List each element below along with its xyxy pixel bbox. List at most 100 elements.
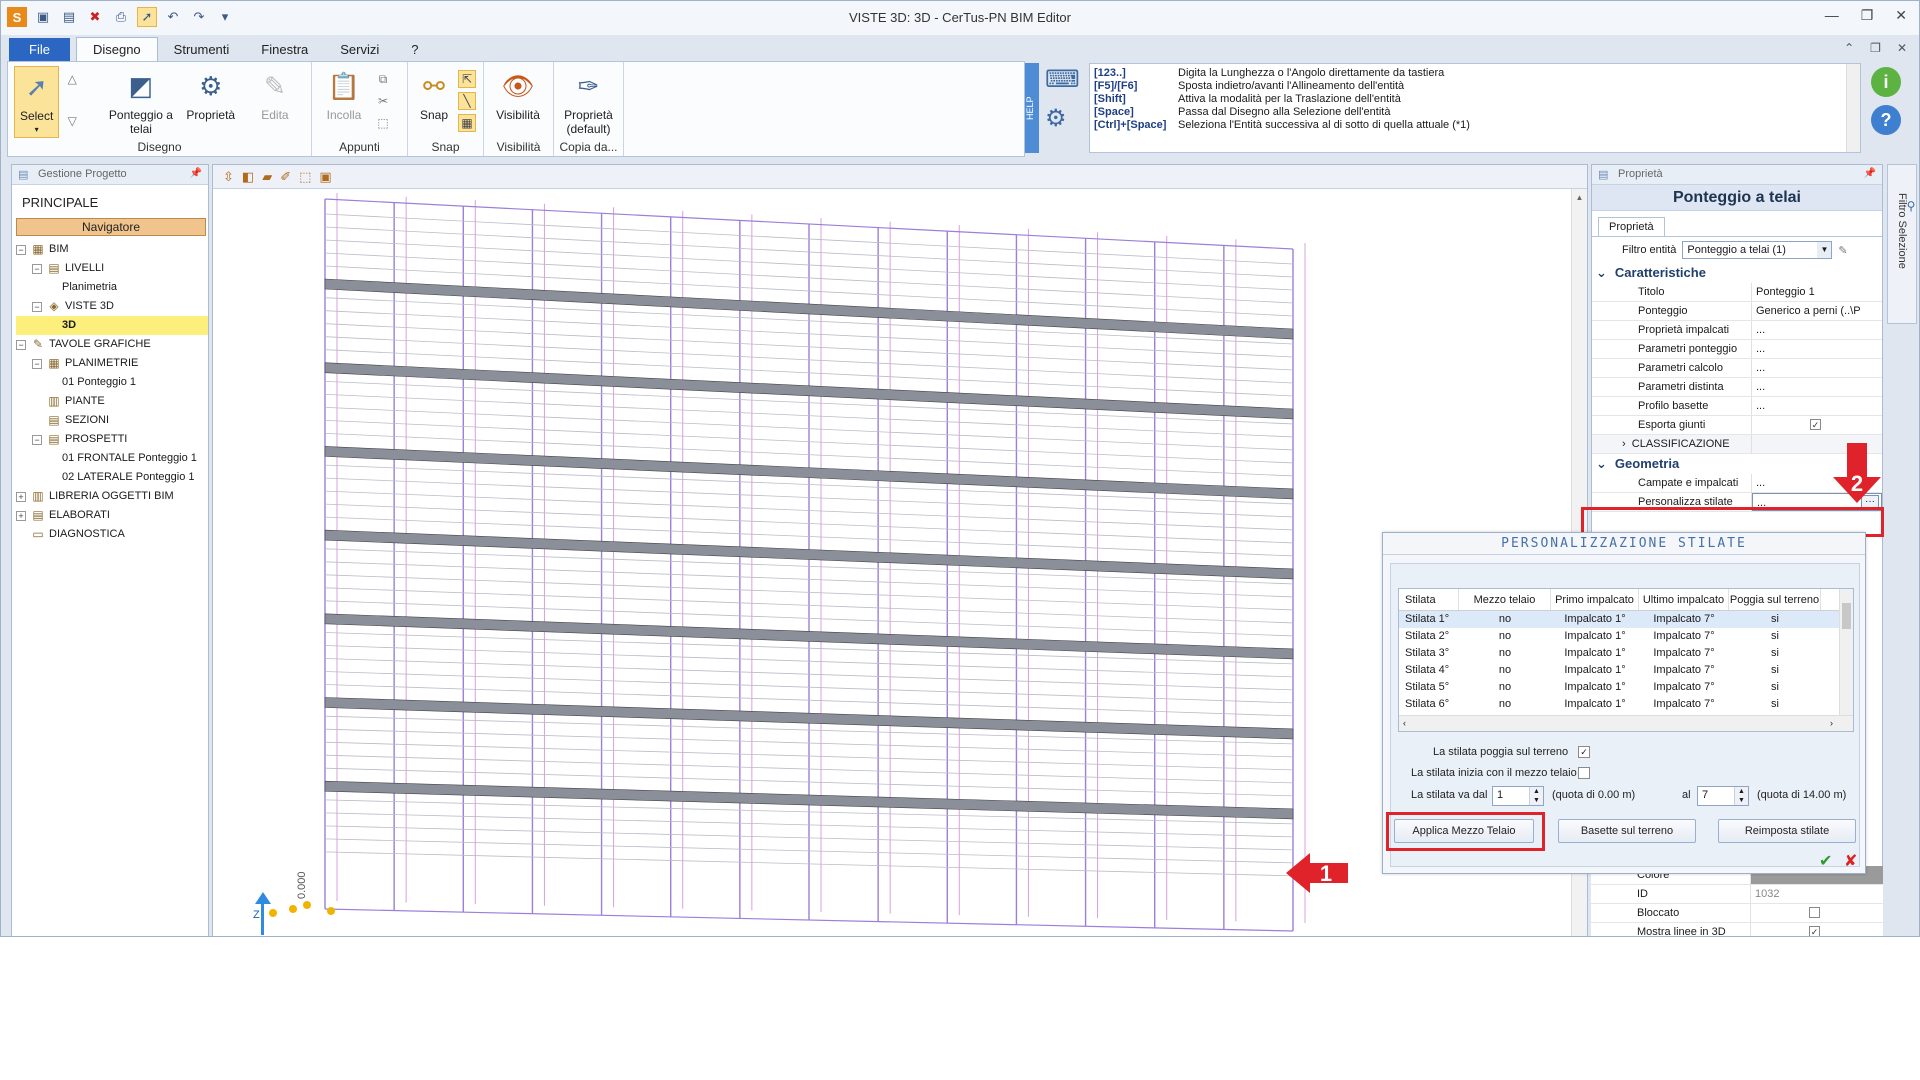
- property-row[interactable]: Titolo Ponteggio 1: [1592, 283, 1882, 302]
- tree-item[interactable]: − ▤ LIVELLI: [16, 259, 208, 278]
- restore-doc-icon[interactable]: ❐: [1870, 41, 1881, 55]
- tree-expander-icon[interactable]: −: [16, 244, 26, 255]
- filtro-selezione-side-tab[interactable]: ⚲ Filtro Selezione: [1887, 164, 1918, 324]
- snap-endpoint-icon[interactable]: ⇱: [458, 70, 476, 88]
- pencil-view-icon[interactable]: ✐: [280, 169, 291, 184]
- entity-filter-select[interactable]: Ponteggio a telai (1) ▼: [1682, 241, 1833, 259]
- tree-item[interactable]: − ▦ BIM: [16, 240, 208, 259]
- property-row[interactable]: Mostra linee in 3D ✓: [1591, 923, 1883, 936]
- chevron-down-icon[interactable]: ▼: [1817, 242, 1832, 258]
- table-row[interactable]: Stilata 2° no Impalcato 1° Impalcato 7° si: [1399, 628, 1853, 645]
- proprieta-default-button[interactable]: ✑ Proprietà (default): [560, 66, 617, 138]
- property-row[interactable]: Profilo basette...: [1592, 397, 1882, 416]
- table-row[interactable]: Stilata 6° no Impalcato 1° Impalcato 7° si: [1399, 696, 1853, 713]
- tab-help[interactable]: ?: [395, 38, 434, 61]
- origin-snap-point[interactable]: [303, 901, 311, 909]
- property-row[interactable]: Esporta giunti ✓: [1592, 416, 1882, 435]
- origin-snap-point[interactable]: [289, 905, 297, 913]
- pin-icon[interactable]: 📌: [1864, 168, 1876, 179]
- scroll-up-arrow-icon[interactable]: ▲: [1572, 189, 1587, 202]
- restore-icon[interactable]: ❐: [1861, 7, 1874, 24]
- scroll-right-icon[interactable]: ›: [1830, 718, 1833, 728]
- table-row[interactable]: Stilata 1° no Impalcato 1° Impalcato 7° si: [1399, 611, 1853, 628]
- table-vertical-scrollbar[interactable]: [1839, 589, 1853, 716]
- navigatore-bar[interactable]: Navigatore: [16, 218, 206, 236]
- tree-expander-icon[interactable]: −: [32, 358, 42, 369]
- edita-button[interactable]: ✎ Edita: [245, 66, 305, 138]
- tree-item[interactable]: − ✎ TAVOLE GRAFICHE: [16, 335, 208, 354]
- origin-snap-point[interactable]: [327, 907, 335, 915]
- tree-item[interactable]: 02 LATERALE Ponteggio 1: [16, 468, 208, 487]
- category-caratteristiche[interactable]: ⌄ Caratteristiche: [1592, 263, 1882, 283]
- tab-file[interactable]: File: [9, 38, 70, 61]
- property-row[interactable]: Parametri ponteggio...: [1592, 340, 1882, 359]
- scroll-up-icon[interactable]: △: [63, 70, 81, 88]
- tree-item[interactable]: 01 Ponteggio 1: [16, 373, 208, 392]
- tab-servizi[interactable]: Servizi: [324, 38, 395, 61]
- filter-edit-icon[interactable]: ✎: [1838, 244, 1847, 257]
- from-stilata-spinner[interactable]: 1 ▲ ▼: [1492, 786, 1544, 806]
- property-row[interactable]: Parametri distinta...: [1592, 378, 1882, 397]
- spinner-arrows-icon[interactable]: ▲ ▼: [1529, 787, 1543, 805]
- tree-item[interactable]: ▤ SEZIONI: [16, 411, 208, 430]
- snap-button[interactable]: ⚯ Snap: [414, 66, 454, 138]
- tree-item[interactable]: 01 FRONTALE Ponteggio 1: [16, 449, 208, 468]
- tree-item[interactable]: − ◈ VISTE 3D: [16, 297, 208, 316]
- tab-disegno[interactable]: Disegno: [75, 37, 158, 61]
- property-row[interactable]: ID 1032: [1591, 885, 1883, 904]
- incolla-button[interactable]: 📋 Incolla: [318, 66, 370, 138]
- tab-finestra[interactable]: Finestra: [245, 38, 324, 61]
- pin-icon[interactable]: 📌: [190, 168, 202, 179]
- folder-view-icon[interactable]: ▰: [262, 169, 272, 184]
- origin-snap-point[interactable]: [269, 909, 277, 917]
- visibilita-button[interactable]: 👁 Visibilità: [490, 66, 546, 138]
- cut-icon[interactable]: ✂: [374, 92, 392, 110]
- scroll-down-icon[interactable]: ▽: [63, 112, 81, 130]
- close-doc-window-icon[interactable]: ✕: [1897, 41, 1907, 55]
- select-all-icon[interactable]: ⬚: [374, 114, 392, 132]
- ponteggio-button[interactable]: ◩ Ponteggio a telai: [105, 66, 176, 138]
- help-scrollbar[interactable]: [1846, 64, 1860, 152]
- scroll-thumb[interactable]: [1842, 603, 1851, 629]
- spinner-arrows-icon[interactable]: ▲ ▼: [1734, 787, 1748, 805]
- tree-item[interactable]: − ▦ PLANIMETRIE: [16, 354, 208, 373]
- tree-expander-icon[interactable]: −: [16, 339, 26, 350]
- help-settings-icon[interactable]: ⚙: [1045, 104, 1080, 133]
- reimposta-stilate-button[interactable]: Reimposta stilate: [1718, 819, 1856, 843]
- tree-item[interactable]: 3D: [16, 316, 208, 335]
- proprieta-button[interactable]: ⚙ Proprietà: [181, 66, 241, 138]
- tree-expander-icon[interactable]: −: [32, 263, 42, 274]
- table-row[interactable]: Stilata 5° no Impalcato 1° Impalcato 7° si: [1399, 679, 1853, 696]
- fit-view-icon[interactable]: ⇳: [223, 169, 234, 184]
- table-horizontal-scrollbar[interactable]: ‹ ›: [1399, 715, 1853, 731]
- snap-line-icon[interactable]: ╲: [458, 92, 476, 110]
- tab-strumenti[interactable]: Strumenti: [158, 38, 246, 61]
- tree-item[interactable]: + ▥ LIBRERIA OGGETTI BIM: [16, 487, 208, 506]
- info-circle-icon[interactable]: i: [1871, 67, 1901, 97]
- help-side-tab[interactable]: HELP: [1025, 63, 1039, 153]
- copy-icon[interactable]: ⧉: [374, 70, 392, 88]
- tree-expander-icon[interactable]: −: [32, 301, 42, 312]
- property-row[interactable]: Ponteggio Generico a perni (..\P: [1592, 302, 1882, 321]
- mezzo-telaio-checkbox[interactable]: [1578, 767, 1590, 779]
- tree-item[interactable]: + ▤ ELABORATI: [16, 506, 208, 525]
- zoom-window-icon[interactable]: ⬚: [299, 169, 311, 184]
- layers-icon[interactable]: ▣: [319, 169, 331, 184]
- to-stilata-spinner[interactable]: 7 ▲ ▼: [1697, 786, 1749, 806]
- tree-expander-icon[interactable]: +: [16, 491, 26, 502]
- poggia-terreno-checkbox[interactable]: ✓: [1578, 746, 1590, 758]
- table-row[interactable]: Stilata 3° no Impalcato 1° Impalcato 7° si: [1399, 645, 1853, 662]
- basette-terreno-button[interactable]: Basette sul terreno: [1558, 819, 1696, 843]
- close-icon[interactable]: ✕: [1895, 7, 1907, 24]
- scaffold-drawing[interactable]: 0.000: [213, 189, 1573, 937]
- snap-grid-icon[interactable]: ▦: [458, 114, 476, 132]
- tree-expander-icon[interactable]: −: [32, 434, 42, 445]
- tab-proprieta[interactable]: Proprietà: [1598, 217, 1665, 236]
- cube-view-icon[interactable]: ◧: [242, 169, 254, 184]
- confirm-check-icon[interactable]: ✔: [1819, 851, 1832, 871]
- help-keyboard-icon[interactable]: ⌨: [1045, 65, 1080, 94]
- property-row[interactable]: Proprietà impalcati...: [1592, 321, 1882, 340]
- tree-expander-icon[interactable]: +: [16, 510, 26, 521]
- question-circle-icon[interactable]: ?: [1871, 105, 1901, 135]
- tree-item[interactable]: ▭ DIAGNOSTICA: [16, 525, 208, 544]
